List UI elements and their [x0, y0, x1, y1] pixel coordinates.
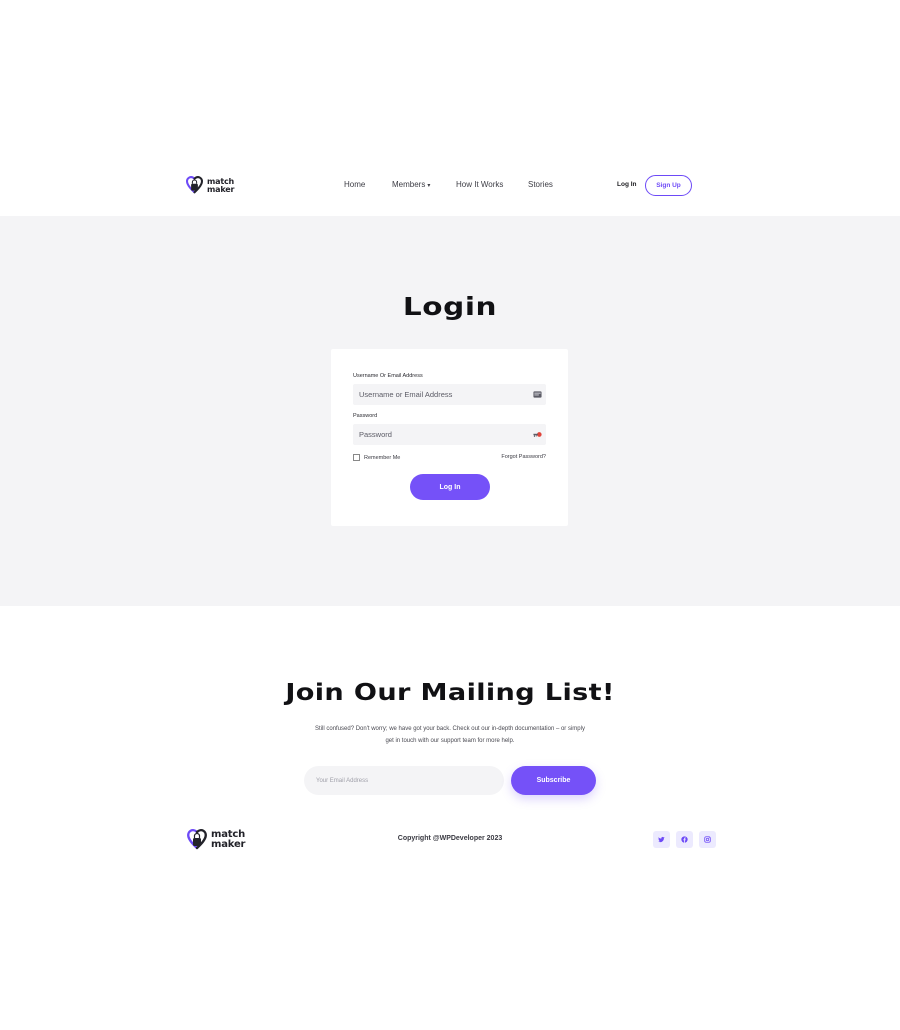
nav-members[interactable]: Members ▾	[392, 180, 456, 189]
logo-text: match maker	[207, 177, 235, 194]
forgot-password-link[interactable]: Forgot Password?	[501, 454, 546, 460]
facebook-icon	[681, 836, 688, 843]
email-field[interactable]: Your Email Address	[304, 766, 504, 795]
site-header: match maker Home Members ▾ How It Works S…	[0, 160, 900, 216]
username-placeholder: Username or Email Address	[359, 390, 453, 399]
login-section: Login Username Or Email Address Username…	[0, 216, 900, 606]
mailing-title: Join Our Mailing List!	[285, 680, 615, 706]
logo-text-line2: maker	[207, 184, 235, 194]
id-card-icon	[533, 391, 542, 398]
subscribe-button[interactable]: Subscribe	[511, 766, 596, 795]
main-nav: Home Members ▾ How It Works Stories	[344, 180, 553, 189]
logo-mark-icon	[186, 176, 203, 194]
nav-stories[interactable]: Stories	[528, 180, 553, 189]
username-field[interactable]: Username or Email Address	[353, 384, 546, 405]
social-links	[653, 831, 716, 848]
login-card: Username Or Email Address Username or Em…	[331, 349, 568, 526]
nav-home[interactable]: Home	[344, 180, 392, 189]
username-label: Username Or Email Address	[353, 373, 423, 379]
mailing-description-line1: Still confused? Don't worry; we have got…	[315, 726, 585, 732]
remember-label: Remember Me	[364, 454, 401, 461]
remember-checkbox[interactable]	[353, 454, 360, 461]
mailing-description-line2: get in touch with our support team for m…	[385, 738, 515, 744]
password-placeholder: Password	[359, 430, 392, 439]
instagram-link[interactable]	[699, 831, 716, 848]
key-icon	[533, 432, 542, 437]
copyright-text: Copyright @WPDeveloper 2023	[397, 835, 503, 842]
instagram-icon	[704, 836, 711, 843]
password-label: Password	[353, 413, 378, 419]
header-login-link[interactable]: Log In	[617, 181, 637, 188]
facebook-link[interactable]	[676, 831, 693, 848]
mailing-description: Still confused? Don't worry; we have got…	[290, 723, 610, 747]
login-submit-button[interactable]: Log In	[410, 474, 490, 500]
signup-button[interactable]: Sign Up	[645, 175, 692, 196]
remember-me[interactable]: Remember Me	[353, 454, 400, 461]
nav-how-it-works[interactable]: How It Works	[456, 180, 528, 189]
twitter-icon	[658, 836, 665, 843]
password-field[interactable]: Password	[353, 424, 546, 445]
nav-members-label: Members	[392, 180, 426, 189]
site-logo[interactable]: match maker	[186, 176, 234, 195]
twitter-link[interactable]	[653, 831, 670, 848]
chevron-down-icon: ▾	[427, 183, 431, 189]
page-title: Login	[402, 292, 498, 321]
